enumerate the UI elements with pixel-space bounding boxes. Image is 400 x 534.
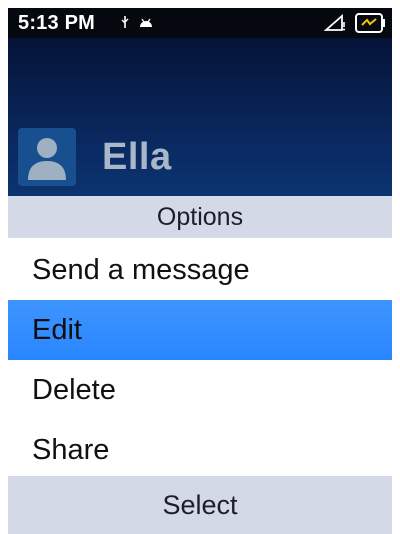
battery-charging-icon (354, 12, 386, 39)
usb-debug-icon (120, 15, 130, 34)
status-bar: 5:13 PM (8, 8, 392, 38)
softkey-select-button[interactable]: Select (8, 476, 392, 534)
contact-header: Ella (8, 38, 392, 196)
signal-icon (323, 14, 346, 37)
menu-item-delete[interactable]: Delete (8, 360, 392, 420)
contact-name: Ella (102, 136, 172, 178)
menu-item-share[interactable]: Share (8, 420, 392, 480)
avatar (18, 128, 76, 186)
phone-screen: 5:13 PM Ella Options Send a message Edit… (8, 8, 392, 534)
android-icon (139, 16, 153, 34)
menu-item-send-message[interactable]: Send a message (8, 240, 392, 300)
menu-item-label: Edit (32, 314, 82, 346)
options-menu: Send a message Edit Delete Share (8, 240, 392, 480)
menu-item-label: Share (32, 434, 110, 466)
menu-item-label: Send a message (32, 254, 250, 286)
options-title: Options (8, 196, 392, 238)
menu-item-label: Delete (32, 374, 116, 406)
person-icon (28, 138, 66, 180)
menu-item-edit[interactable]: Edit (8, 300, 392, 360)
status-time: 5:13 PM (18, 12, 95, 34)
